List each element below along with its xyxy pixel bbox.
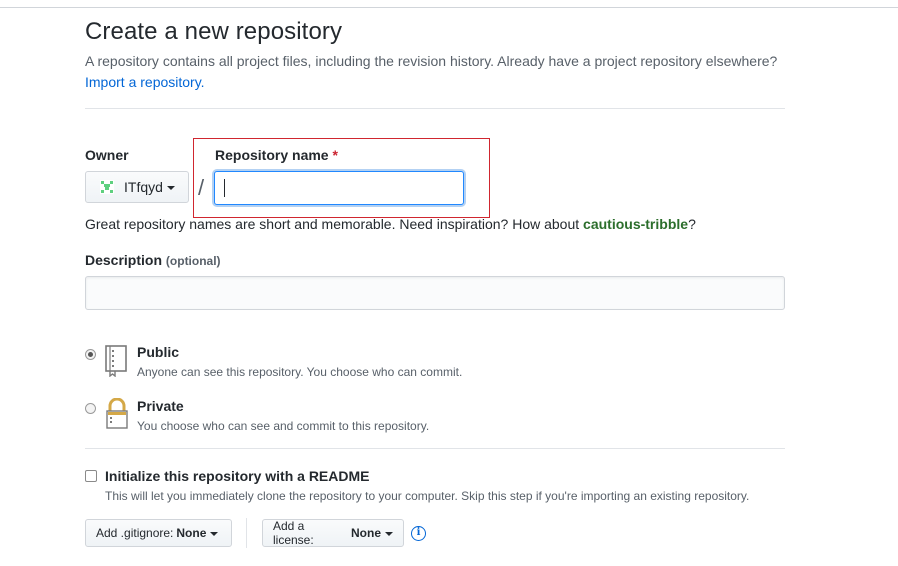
info-icon[interactable]: i <box>411 526 426 541</box>
name-suggestion-link[interactable]: cautious-tribble <box>583 216 688 232</box>
gitignore-label: Add .gitignore: <box>96 526 174 540</box>
readme-option-title: Initialize this repository with a README <box>105 468 370 484</box>
chevron-down-icon <box>166 186 175 190</box>
text-cursor <box>224 179 225 197</box>
private-radio[interactable] <box>85 403 96 414</box>
public-radio[interactable] <box>85 349 96 360</box>
lock-icon <box>106 398 128 429</box>
section-divider <box>85 108 785 109</box>
hint-end: ? <box>688 216 696 232</box>
optional-note: (optional) <box>165 254 221 268</box>
top-divider <box>0 7 898 8</box>
page-subtitle: A repository contains all project files,… <box>85 51 795 93</box>
button-separator <box>246 518 247 548</box>
private-option-description: You choose who can see and commit to thi… <box>137 419 430 433</box>
owner-avatar-icon <box>100 180 114 194</box>
repository-name-hint: Great repository names are short and mem… <box>85 216 696 232</box>
readme-checkbox[interactable] <box>85 470 97 482</box>
description-input[interactable] <box>85 276 785 310</box>
subtitle-text: A repository contains all project files,… <box>85 53 778 69</box>
import-repository-link[interactable]: Import a repository. <box>85 74 205 90</box>
readme-option-description: This will let you immediately clone the … <box>105 489 750 503</box>
public-option-title: Public <box>137 344 180 360</box>
repository-name-input[interactable] <box>214 171 464 205</box>
hint-text: Great repository names are short and mem… <box>85 216 584 232</box>
license-value: None <box>351 526 381 540</box>
add-license-dropdown[interactable]: Add a license: None <box>262 519 404 547</box>
license-label: Add a license: <box>273 519 314 547</box>
page-title: Create a new repository <box>85 18 343 45</box>
chevron-down-icon <box>385 532 393 536</box>
owner-name: ITfqyd <box>124 179 163 195</box>
owner-label: Owner <box>85 147 129 163</box>
add-gitignore-dropdown[interactable]: Add .gitignore: None <box>85 519 232 547</box>
owner-dropdown[interactable]: ITfqyd <box>85 171 189 203</box>
description-label: Description (optional) <box>85 252 221 268</box>
description-label-text: Description <box>85 252 163 268</box>
gitignore-value: None <box>176 526 207 540</box>
repo-icon <box>105 345 127 377</box>
chevron-down-icon <box>210 532 219 536</box>
private-option-title: Private <box>137 398 184 414</box>
public-option-description: Anyone can see this repository. You choo… <box>137 365 463 379</box>
section-divider-2 <box>85 448 785 449</box>
